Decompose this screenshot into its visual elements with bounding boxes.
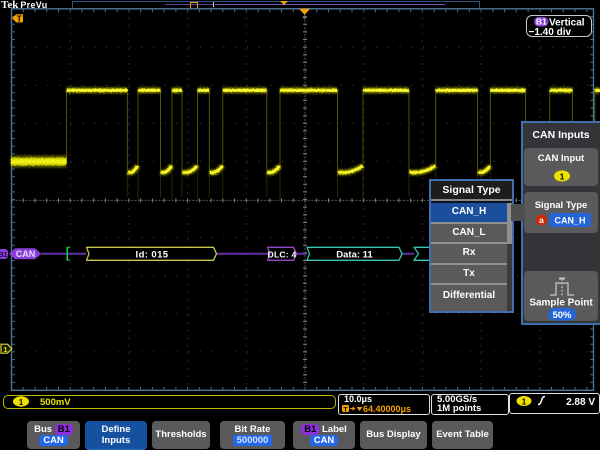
svg-text:Sample Point: Sample Point bbox=[529, 298, 593, 309]
svg-text:T: T bbox=[17, 14, 22, 23]
svg-text:CAN_H: CAN_H bbox=[554, 216, 585, 226]
svg-text:50%: 50% bbox=[552, 310, 572, 321]
svg-text:64.40000μs: 64.40000μs bbox=[363, 404, 411, 414]
svg-text:CAN: CAN bbox=[16, 249, 36, 259]
svg-text:B1: B1 bbox=[0, 252, 8, 259]
svg-text:500mV: 500mV bbox=[40, 397, 71, 407]
svg-text:T: T bbox=[344, 406, 348, 413]
svg-text:a: a bbox=[539, 215, 544, 225]
svg-text:1: 1 bbox=[560, 172, 565, 182]
svg-text:1: 1 bbox=[3, 345, 7, 354]
svg-text:B1: B1 bbox=[536, 17, 547, 27]
svg-text:−1.40 div: −1.40 div bbox=[529, 27, 572, 37]
svg-text:DLC: 4: DLC: 4 bbox=[268, 249, 297, 259]
svg-text:1: 1 bbox=[19, 398, 24, 407]
svg-text:Id: 015: Id: 015 bbox=[136, 249, 169, 260]
svg-text:1: 1 bbox=[522, 397, 527, 406]
svg-text:2.88 V: 2.88 V bbox=[566, 397, 595, 408]
svg-text:Data: 11: Data: 11 bbox=[336, 249, 373, 260]
